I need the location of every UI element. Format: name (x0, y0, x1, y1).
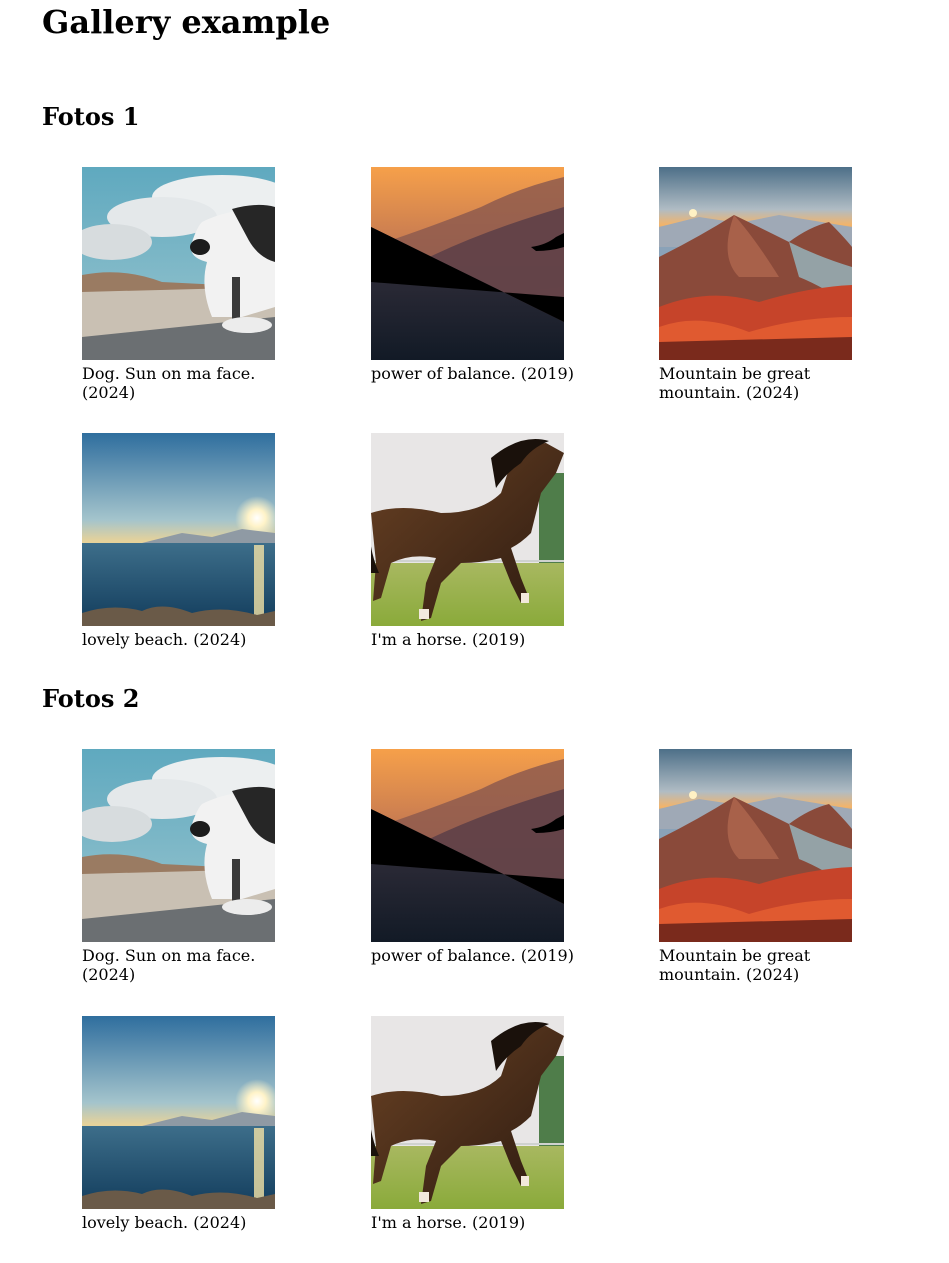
photo-caption: Dog. Sun on ma face. (2024) (82, 364, 256, 402)
photo-horse[interactable] (371, 1016, 564, 1209)
gallery-item: I'm a horse. (2019) (371, 1016, 601, 1232)
photo-horse[interactable] (371, 433, 564, 626)
photo-sunset-silhouette[interactable] (371, 167, 564, 360)
section-title-fotos-1: Fotos 1 (42, 102, 140, 131)
gallery-item: I'm a horse. (2019) (371, 433, 601, 649)
photo-sunset-silhouette[interactable] (371, 749, 564, 942)
photo-beach[interactable] (82, 433, 275, 626)
gallery-item: lovely beach. (2024) (82, 433, 312, 649)
photo-caption: lovely beach. (2024) (82, 630, 247, 649)
section-title-fotos-2: Fotos 2 (42, 684, 140, 713)
photo-caption: power of balance. (2019) (371, 946, 574, 965)
gallery-item: Mountain be great mountain. (2024) (659, 749, 889, 984)
photo-mountain[interactable] (659, 167, 852, 360)
gallery-item: power of balance. (2019) (371, 749, 601, 965)
gallery-item: lovely beach. (2024) (82, 1016, 312, 1232)
page-title: Gallery example (42, 3, 331, 41)
photo-caption: lovely beach. (2024) (82, 1213, 247, 1232)
photo-caption: Mountain be great mountain. (2024) (659, 364, 811, 402)
photo-beach[interactable] (82, 1016, 275, 1209)
photo-caption: Mountain be great mountain. (2024) (659, 946, 811, 984)
photo-caption: Dog. Sun on ma face. (2024) (82, 946, 256, 984)
gallery-item: Mountain be great mountain. (2024) (659, 167, 889, 402)
gallery-item: Dog. Sun on ma face. (2024) (82, 167, 312, 402)
gallery-item: power of balance. (2019) (371, 167, 601, 383)
photo-dog[interactable] (82, 749, 275, 942)
gallery-item: Dog. Sun on ma face. (2024) (82, 749, 312, 984)
photo-caption: I'm a horse. (2019) (371, 1213, 526, 1232)
photo-caption: I'm a horse. (2019) (371, 630, 526, 649)
photo-mountain[interactable] (659, 749, 852, 942)
photo-dog[interactable] (82, 167, 275, 360)
photo-caption: power of balance. (2019) (371, 364, 574, 383)
